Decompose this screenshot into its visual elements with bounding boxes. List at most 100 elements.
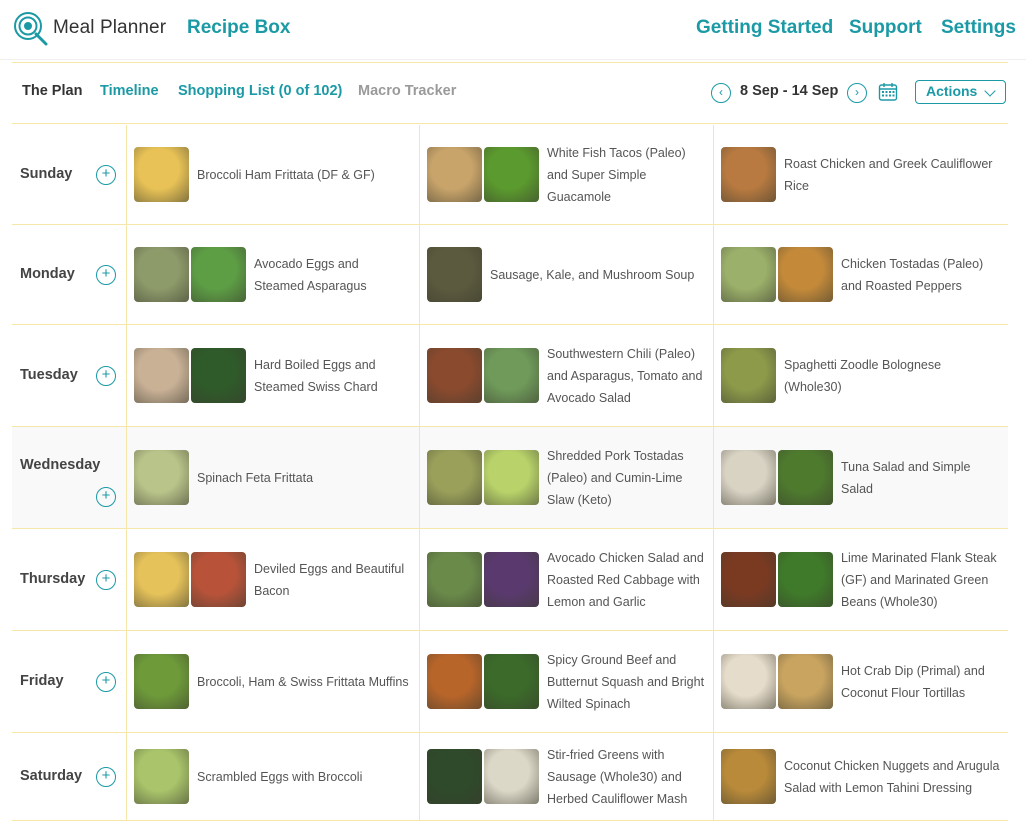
meal-title[interactable]: White Fish Tacos (Paleo) and Super Simpl…: [547, 142, 713, 208]
recipe-thumbnail-image[interactable]: [778, 552, 833, 607]
tab-shopping-list[interactable]: Shopping List (0 of 102): [178, 83, 342, 99]
meal-title[interactable]: Spinach Feta Frittata: [197, 467, 321, 489]
recipe-thumbnail-image[interactable]: [427, 552, 482, 607]
recipe-box-link[interactable]: Recipe Box: [187, 17, 290, 39]
recipe-thumbnail-image[interactable]: [191, 348, 246, 403]
meal-card[interactable]: Lime Marinated Flank Steak (GF) and Mari…: [715, 529, 1008, 630]
meal-title[interactable]: Scrambled Eggs with Broccoli: [197, 766, 370, 788]
tab-the-plan[interactable]: The Plan: [22, 83, 82, 99]
meal-card[interactable]: Broccoli Ham Frittata (DF & GF): [128, 125, 420, 224]
recipe-thumbnail-image[interactable]: [778, 450, 833, 505]
recipe-thumbnail-image[interactable]: [484, 147, 539, 202]
recipe-thumbnail-image[interactable]: [427, 247, 482, 302]
meal-title[interactable]: Broccoli, Ham & Swiss Frittata Muffins: [197, 671, 417, 693]
next-week-button[interactable]: ›: [847, 83, 867, 103]
add-meal-button[interactable]: +: [96, 672, 116, 692]
add-meal-button[interactable]: +: [96, 165, 116, 185]
recipe-thumbnail-image[interactable]: [134, 749, 189, 804]
meal-card[interactable]: Southwestern Chili (Paleo) and Asparagus…: [421, 325, 714, 426]
calendar-icon[interactable]: [878, 82, 898, 102]
recipe-thumbnail-image[interactable]: [191, 247, 246, 302]
recipe-thumbnail-image[interactable]: [778, 247, 833, 302]
add-meal-button[interactable]: +: [96, 265, 116, 285]
meal-card[interactable]: Shredded Pork Tostadas (Paleo) and Cumin…: [421, 427, 714, 528]
meal-title[interactable]: Avocado Chicken Salad and Roasted Red Ca…: [547, 547, 713, 613]
meal-card[interactable]: Tuna Salad and Simple Salad: [715, 427, 1008, 528]
day-name: Sunday: [20, 166, 73, 182]
meal-card[interactable]: Roast Chicken and Greek Cauliflower Rice: [715, 125, 1008, 224]
tab-timeline[interactable]: Timeline: [100, 83, 159, 99]
recipe-thumbnail-image[interactable]: [721, 147, 776, 202]
meal-card[interactable]: Spinach Feta Frittata: [128, 427, 420, 528]
meal-title[interactable]: Coconut Chicken Nuggets and Arugula Sala…: [784, 755, 1008, 799]
getting-started-link[interactable]: Getting Started: [696, 17, 833, 39]
meal-title[interactable]: Chicken Tostadas (Paleo) and Roasted Pep…: [841, 253, 1008, 297]
meal-thumbnails: [134, 247, 248, 302]
meal-card[interactable]: Deviled Eggs and Beautiful Bacon: [128, 529, 420, 630]
recipe-thumbnail-image[interactable]: [484, 654, 539, 709]
recipe-thumbnail-image[interactable]: [484, 348, 539, 403]
meal-title[interactable]: Spicy Ground Beef and Butternut Squash a…: [547, 649, 713, 715]
recipe-thumbnail-image[interactable]: [134, 654, 189, 709]
recipe-thumbnail-image[interactable]: [134, 348, 189, 403]
recipe-thumbnail-image[interactable]: [721, 450, 776, 505]
meal-title[interactable]: Deviled Eggs and Beautiful Bacon: [254, 558, 419, 602]
meal-card[interactable]: Hot Crab Dip (Primal) and Coconut Flour …: [715, 631, 1008, 732]
recipe-thumbnail-image[interactable]: [134, 247, 189, 302]
recipe-thumbnail-image[interactable]: [427, 749, 482, 804]
recipe-thumbnail-image[interactable]: [134, 147, 189, 202]
meal-title[interactable]: Shredded Pork Tostadas (Paleo) and Cumin…: [547, 445, 713, 511]
recipe-thumbnail-image[interactable]: [484, 552, 539, 607]
settings-link[interactable]: Settings: [941, 17, 1016, 39]
recipe-thumbnail-image[interactable]: [427, 450, 482, 505]
recipe-thumbnail-image[interactable]: [427, 348, 482, 403]
meal-card[interactable]: Coconut Chicken Nuggets and Arugula Sala…: [715, 733, 1008, 820]
tab-macro-tracker[interactable]: Macro Tracker: [358, 83, 456, 99]
meal-thumbnails: [721, 348, 778, 403]
meal-card[interactable]: Spicy Ground Beef and Butternut Squash a…: [421, 631, 714, 732]
meal-title[interactable]: Avocado Eggs and Steamed Asparagus: [254, 253, 419, 297]
add-meal-button[interactable]: +: [96, 366, 116, 386]
support-link[interactable]: Support: [849, 17, 922, 39]
meal-card[interactable]: Avocado Chicken Salad and Roasted Red Ca…: [421, 529, 714, 630]
meal-card[interactable]: Hard Boiled Eggs and Steamed Swiss Chard: [128, 325, 420, 426]
recipe-thumbnail-image[interactable]: [484, 450, 539, 505]
recipe-thumbnail-image[interactable]: [427, 147, 482, 202]
recipe-thumbnail-image[interactable]: [721, 552, 776, 607]
actions-dropdown[interactable]: Actions: [915, 80, 1006, 104]
meal-card[interactable]: White Fish Tacos (Paleo) and Super Simpl…: [421, 125, 714, 224]
previous-week-button[interactable]: ‹: [711, 83, 731, 103]
recipe-thumbnail-image[interactable]: [484, 749, 539, 804]
meal-title[interactable]: Tuna Salad and Simple Salad: [841, 456, 1008, 500]
recipe-thumbnail-image[interactable]: [721, 749, 776, 804]
add-meal-button[interactable]: +: [96, 767, 116, 787]
recipe-thumbnail-image[interactable]: [134, 552, 189, 607]
recipe-thumbnail-image[interactable]: [721, 348, 776, 403]
meal-title[interactable]: Broccoli Ham Frittata (DF & GF): [197, 164, 383, 186]
meal-title[interactable]: Hard Boiled Eggs and Steamed Swiss Chard: [254, 354, 419, 398]
meal-title[interactable]: Southwestern Chili (Paleo) and Asparagus…: [547, 343, 713, 409]
recipe-thumbnail-image[interactable]: [778, 654, 833, 709]
add-meal-button[interactable]: +: [96, 570, 116, 590]
add-meal-button[interactable]: +: [96, 487, 116, 507]
meal-card[interactable]: Stir-fried Greens with Sausage (Whole30)…: [421, 733, 714, 820]
meal-card[interactable]: Chicken Tostadas (Paleo) and Roasted Pep…: [715, 225, 1008, 324]
meal-card[interactable]: Scrambled Eggs with Broccoli: [128, 733, 420, 820]
recipe-thumbnail-image[interactable]: [134, 450, 189, 505]
day-cell: Thursday +: [12, 529, 127, 630]
meal-title[interactable]: Roast Chicken and Greek Cauliflower Rice: [784, 153, 1008, 197]
recipe-thumbnail-image[interactable]: [427, 654, 482, 709]
recipe-thumbnail-image[interactable]: [191, 552, 246, 607]
meal-thumbnails: [721, 654, 835, 709]
meal-title[interactable]: Sausage, Kale, and Mushroom Soup: [490, 264, 702, 286]
recipe-thumbnail-image[interactable]: [721, 247, 776, 302]
meal-card[interactable]: Sausage, Kale, and Mushroom Soup: [421, 225, 714, 324]
recipe-thumbnail-image[interactable]: [721, 654, 776, 709]
meal-card[interactable]: Spaghetti Zoodle Bolognese (Whole30): [715, 325, 1008, 426]
meal-title[interactable]: Stir-fried Greens with Sausage (Whole30)…: [547, 744, 713, 810]
meal-title[interactable]: Hot Crab Dip (Primal) and Coconut Flour …: [841, 660, 1008, 704]
meal-title[interactable]: Spaghetti Zoodle Bolognese (Whole30): [784, 354, 1008, 398]
meal-card[interactable]: Avocado Eggs and Steamed Asparagus: [128, 225, 420, 324]
meal-card[interactable]: Broccoli, Ham & Swiss Frittata Muffins: [128, 631, 420, 732]
meal-title[interactable]: Lime Marinated Flank Steak (GF) and Mari…: [841, 547, 1008, 613]
